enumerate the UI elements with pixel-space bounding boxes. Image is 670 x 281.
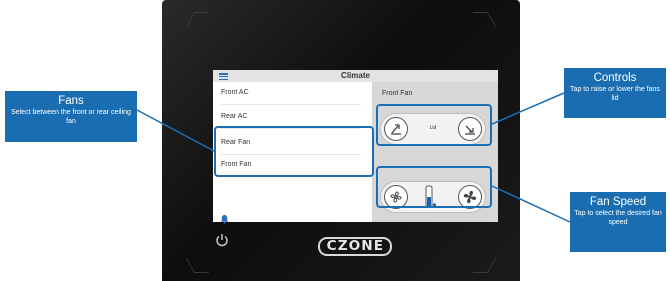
controls-callout: Controls Tap to raise or lower the fans … xyxy=(564,68,666,118)
fans-callout-title: Fans xyxy=(58,95,84,107)
fan-speed-callout-title: Fan Speed xyxy=(589,196,647,208)
fan-speed-callout-description: Tap to select the desired fan speed xyxy=(574,210,662,226)
controls-callout-description: Tap to raise or lower the fans lid xyxy=(570,86,660,102)
fans-callout: Fans Select between the front or rear ce… xyxy=(5,91,137,142)
fan-speed-callout: Fan Speed Tap to select the desired fan … xyxy=(570,192,666,252)
fans-callout-description: Select between the front or rear ceiling… xyxy=(11,109,131,125)
controls-callout-title: Controls xyxy=(593,72,637,84)
